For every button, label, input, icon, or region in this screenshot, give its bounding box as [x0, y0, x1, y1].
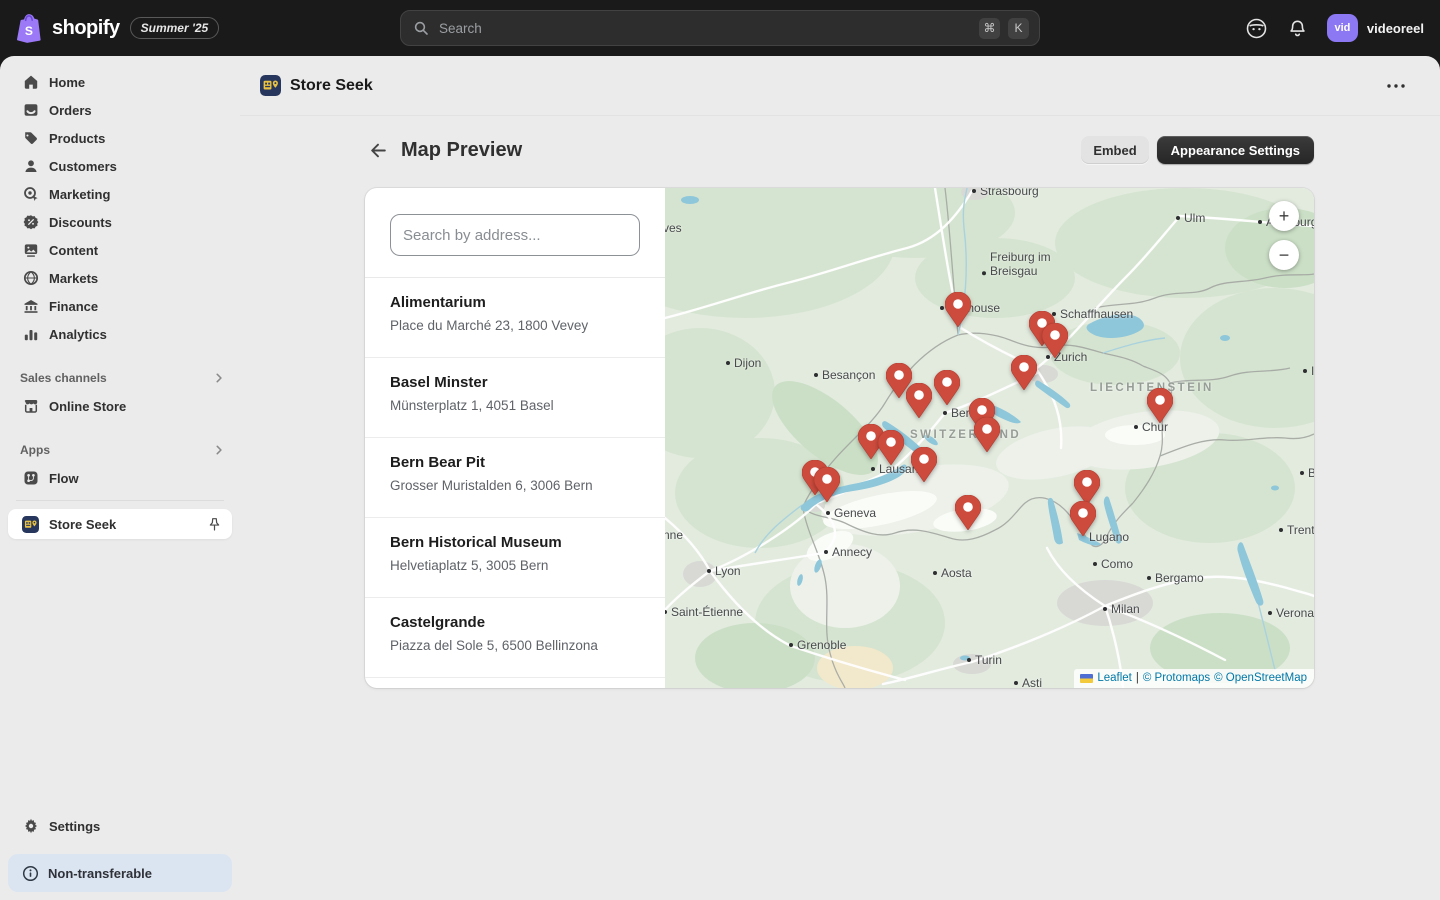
address-search-wrap — [365, 188, 665, 278]
topbar: S shopify Summer '25 ⌘ K vid videoreel — [0, 0, 1440, 56]
address-search-input[interactable] — [390, 214, 640, 256]
app-header: Store Seek — [240, 56, 1440, 116]
leaflet-link[interactable]: Leaflet — [1097, 672, 1132, 684]
sidebar-item[interactable]: Content — [8, 236, 232, 264]
sidebar-section-sales-channels[interactable]: Sales channels — [8, 364, 232, 392]
sidebar-section-apps[interactable]: Apps — [8, 436, 232, 464]
sidebar-nav: Home Orders Products Customers Marketing — [0, 68, 240, 348]
map-marker-pin[interactable] — [878, 430, 904, 470]
sidebar-item[interactable]: Markets — [8, 264, 232, 292]
map-canvas[interactable]: Strasbourg Ulm Augsburg Freiburg — [665, 188, 1314, 688]
map-attribution: Leaflet | © Protomaps © OpenStreetMap — [1074, 669, 1314, 688]
map-marker-pin[interactable] — [955, 495, 981, 535]
global-search-input[interactable] — [437, 20, 971, 37]
sidebar-item[interactable]: Orders — [8, 96, 232, 124]
page-head: Map Preview Embed Appearance Settings — [365, 135, 1314, 165]
sidebar-item[interactable]: Home — [8, 68, 232, 96]
customers-icon — [22, 158, 39, 175]
pin-icon[interactable] — [207, 517, 222, 532]
map-marker-pin[interactable] — [945, 292, 971, 332]
locations-panel: Alimentarium Place du Marché 23, 1800 Ve… — [365, 188, 665, 688]
map-zoom-controls: + − — [1269, 201, 1299, 270]
store-seek-app-icon — [260, 75, 281, 96]
discounts-icon — [22, 214, 39, 231]
sidekick-icon[interactable] — [1245, 17, 1268, 40]
brand-area[interactable]: S shopify Summer '25 — [16, 0, 219, 56]
map-marker-pin[interactable] — [934, 370, 960, 410]
marketing-icon — [22, 186, 39, 203]
sidebar-item[interactable]: Products — [8, 124, 232, 152]
sidebar-item[interactable]: Finance — [8, 292, 232, 320]
map-marker-pin[interactable] — [906, 383, 932, 423]
sidebar-item-settings[interactable]: Settings — [8, 812, 232, 840]
sidebar-item-store-seek[interactable]: Store Seek — [8, 509, 232, 539]
appearance-settings-button[interactable]: Appearance Settings — [1157, 136, 1314, 164]
finance-icon — [22, 298, 39, 315]
location-list-item[interactable]: Basel Minster Münsterplatz 1, 4051 Basel — [365, 358, 665, 438]
markets-icon — [22, 270, 39, 287]
kbd-cmd: ⌘ — [979, 18, 1000, 39]
chevron-right-icon[interactable] — [212, 443, 226, 457]
kbd-k: K — [1008, 18, 1029, 39]
attribution-separator: | — [1136, 672, 1139, 684]
store-seek-app-icon — [22, 516, 39, 533]
edition-badge: Summer '25 — [130, 17, 220, 39]
map-marker-pin[interactable] — [1147, 388, 1173, 428]
map-marker-pin[interactable] — [1042, 323, 1068, 363]
sidebar-item[interactable]: Analytics — [8, 320, 232, 348]
gear-icon — [22, 818, 39, 835]
orders-icon — [22, 102, 39, 119]
topbar-actions: vid videoreel — [1245, 0, 1424, 56]
ukraine-flag-icon — [1080, 674, 1093, 683]
user-menu[interactable]: vid videoreel — [1327, 14, 1424, 42]
brand-wordmark: shopify — [52, 17, 120, 40]
map-marker-pin[interactable] — [814, 467, 840, 507]
home-icon — [22, 74, 39, 91]
sidebar-item[interactable]: Discounts — [8, 208, 232, 236]
map-marker-pin[interactable] — [1070, 501, 1096, 541]
global-search[interactable]: ⌘ K — [400, 10, 1040, 46]
sidebar-item[interactable]: Marketing — [8, 180, 232, 208]
osm-link[interactable]: © OpenStreetMap — [1214, 672, 1307, 684]
back-arrow-icon[interactable] — [365, 137, 391, 163]
location-list-item[interactable]: Castelgrande Piazza del Sole 5, 6500 Bel… — [365, 598, 665, 678]
protomaps-link[interactable]: © Protomaps — [1143, 672, 1210, 684]
shopify-logo-icon: S — [16, 13, 42, 43]
embed-button[interactable]: Embed — [1081, 136, 1148, 164]
non-transferable-banner[interactable]: Non-transferable — [8, 854, 232, 892]
sidebar-item-flow[interactable]: Flow — [8, 464, 232, 492]
user-name: videoreel — [1367, 21, 1424, 36]
sidebar-bottom: Settings Non-transferable — [0, 812, 240, 900]
sidebar-item-online-store[interactable]: Online Store — [8, 392, 232, 420]
chevron-right-icon[interactable] — [212, 371, 226, 385]
location-list-item[interactable]: Alimentarium Place du Marché 23, 1800 Ve… — [365, 278, 665, 358]
flow-app-icon — [22, 470, 39, 487]
locations-list: Alimentarium Place du Marché 23, 1800 Ve… — [365, 278, 665, 678]
search-icon — [413, 20, 429, 36]
map-preview-card: Alimentarium Place du Marché 23, 1800 Ve… — [365, 188, 1314, 688]
storefront-icon — [22, 398, 39, 415]
notifications-bell-icon[interactable] — [1288, 19, 1307, 38]
analytics-icon — [22, 326, 39, 343]
more-actions-icon[interactable] — [1382, 79, 1410, 93]
main-area: Store Seek Map Preview Embed Appearance … — [240, 56, 1440, 900]
info-icon — [22, 865, 39, 882]
map-marker-pin[interactable] — [1011, 355, 1037, 395]
map-marker-pin[interactable] — [911, 447, 937, 487]
app-title: Store Seek — [290, 77, 373, 95]
products-icon — [22, 130, 39, 147]
content-icon — [22, 242, 39, 259]
location-list-item[interactable]: Bern Historical Museum Helvetiaplatz 5, … — [365, 518, 665, 598]
page-title: Map Preview — [401, 139, 522, 162]
zoom-in-button[interactable]: + — [1269, 201, 1299, 231]
zoom-out-button[interactable]: − — [1269, 240, 1299, 270]
svg-text:S: S — [25, 24, 33, 38]
location-list-item[interactable]: Bern Bear Pit Grosser Muristalden 6, 300… — [365, 438, 665, 518]
sidebar-divider — [16, 500, 224, 501]
sidebar-item[interactable]: Customers — [8, 152, 232, 180]
sidebar: Home Orders Products Customers Marketing — [0, 56, 240, 900]
map-marker-pin[interactable] — [974, 417, 1000, 457]
avatar: vid — [1327, 14, 1358, 42]
